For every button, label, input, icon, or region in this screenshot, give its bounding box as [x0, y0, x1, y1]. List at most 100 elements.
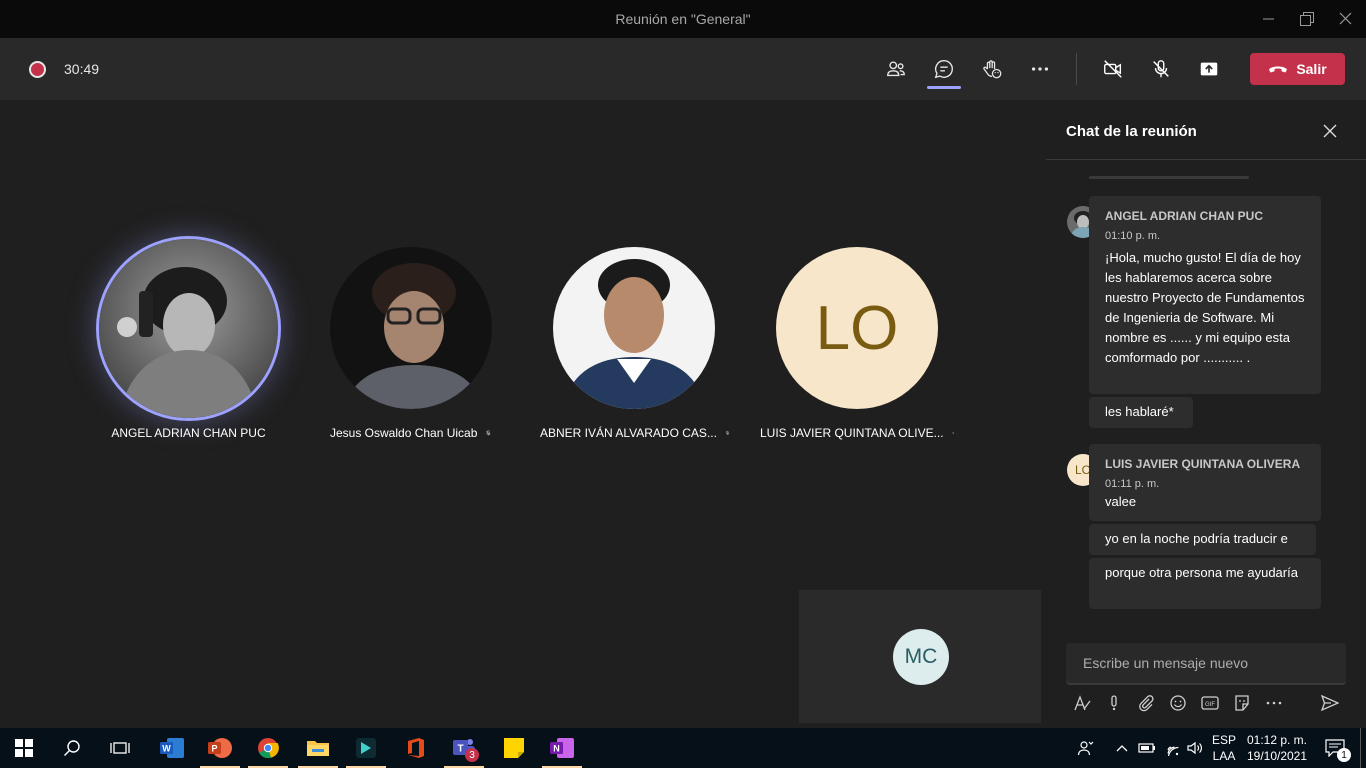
leave-button[interactable]: Salir	[1250, 53, 1345, 85]
clock-time: 01:12 p. m.	[1246, 733, 1308, 747]
svg-text:T: T	[457, 744, 463, 755]
avatar	[330, 247, 492, 409]
chat-message[interactable]: ANGEL ADRIAN CHAN PUC 01:10 p. m. ¡Hola,…	[1089, 196, 1321, 394]
avatar	[553, 247, 715, 409]
leave-label: Salir	[1296, 61, 1327, 77]
sticker-icon	[1235, 695, 1249, 711]
camera-toggle-button[interactable]	[1098, 54, 1128, 84]
office-app[interactable]	[392, 728, 440, 768]
clock-button[interactable]: 01:12 p. m. 19/10/2021	[1244, 728, 1310, 768]
search-icon	[64, 740, 80, 756]
search-button[interactable]	[48, 728, 96, 768]
paperclip-icon	[1139, 695, 1154, 712]
people-tray-button[interactable]	[1074, 728, 1098, 768]
participant-name-container: Jesus Oswaldo Chan Uicab	[330, 426, 492, 440]
restore-button[interactable]	[1292, 8, 1320, 30]
onenote-app[interactable]: N	[538, 728, 586, 768]
office-icon	[408, 738, 424, 758]
sticky-note-icon	[504, 738, 524, 758]
message-text: ¡Hola, mucho gusto! El día de hoy les ha…	[1105, 250, 1305, 365]
battery-button[interactable]	[1136, 728, 1158, 768]
share-tray-icon	[1200, 62, 1218, 76]
volume-button[interactable]	[1184, 728, 1206, 768]
chat-message[interactable]: LUIS JAVIER QUINTANA OLIVERA 01:11 p. m.…	[1089, 444, 1321, 521]
self-video-tile[interactable]: MC	[799, 590, 1041, 723]
show-desktop-button[interactable]	[1360, 728, 1361, 768]
participants-button[interactable]	[881, 54, 911, 84]
people-icon	[887, 61, 905, 77]
message-input[interactable]	[1066, 643, 1346, 683]
close-window-button[interactable]	[1332, 8, 1360, 30]
chat-scroll-indicator[interactable]	[1089, 176, 1249, 179]
onenote-icon: N	[550, 738, 574, 758]
powerpoint-app[interactable]: P	[196, 728, 244, 768]
network-button[interactable]	[1160, 728, 1184, 768]
mic-toggle-button[interactable]	[1146, 54, 1176, 84]
avatar-initials: LO	[815, 293, 899, 363]
chat-message[interactable]: les hablaré*	[1089, 397, 1193, 428]
priority-button[interactable]	[1104, 693, 1124, 713]
send-button[interactable]	[1320, 693, 1340, 713]
avatar	[96, 236, 281, 421]
action-center-button[interactable]: 1	[1318, 728, 1352, 768]
mic-off-icon	[951, 432, 954, 434]
gif-button[interactable]: GIF	[1200, 693, 1220, 713]
file-explorer-app[interactable]	[294, 728, 342, 768]
more-compose-options-button[interactable]	[1264, 693, 1284, 713]
mic-off-icon	[1153, 60, 1169, 78]
participant-name: Jesus Oswaldo Chan Uicab	[330, 426, 478, 440]
folder-icon	[307, 741, 329, 756]
participant-name: ANGEL ADRIAN CHAN PUC	[111, 426, 266, 440]
task-view-button[interactable]	[96, 728, 144, 768]
reactions-button[interactable]	[977, 54, 1007, 84]
emoji-icon	[1170, 695, 1186, 711]
chat-message[interactable]: porque otra persona me ayudaría	[1089, 558, 1321, 609]
restore-icon	[1300, 12, 1314, 26]
powerpoint-icon: P	[208, 738, 232, 758]
start-button[interactable]	[0, 728, 48, 768]
share-screen-button[interactable]	[1194, 54, 1224, 84]
participant-name: ABNER IVÁN ALVARADO CAS...	[540, 426, 717, 440]
more-actions-button[interactable]	[1025, 54, 1055, 84]
teams-notification-badge: 3	[465, 748, 479, 762]
format-button[interactable]	[1072, 693, 1092, 713]
meeting-toolbar: 30:49 Salir	[0, 38, 1366, 100]
input-language-button[interactable]: ESP LAA	[1208, 728, 1240, 768]
participant-name: LUIS JAVIER QUINTANA OLIVE...	[760, 426, 944, 440]
more-icon	[1266, 701, 1282, 705]
svg-text:W: W	[162, 744, 171, 754]
word-app[interactable]: W	[148, 728, 196, 768]
meeting-timer: 30:49	[64, 61, 100, 77]
message-text: les hablaré*	[1105, 404, 1174, 419]
profile-photo	[99, 239, 278, 418]
mic-off-icon	[486, 430, 491, 436]
chat-title: Chat de la reunión	[1066, 123, 1197, 140]
window-titlebar: Reunión en "General"	[0, 0, 1366, 38]
emoji-button[interactable]	[1168, 693, 1188, 713]
sticker-button[interactable]	[1232, 693, 1252, 713]
minimize-button[interactable]	[1254, 8, 1282, 30]
raise-hand-icon	[983, 60, 1002, 79]
close-icon[interactable]	[1322, 123, 1338, 139]
filmora-app[interactable]	[342, 728, 390, 768]
svg-text:N: N	[553, 744, 560, 754]
chat-message[interactable]: yo en la noche podría traducir e	[1089, 524, 1316, 555]
window-title: Reunión en "General"	[615, 11, 751, 27]
chrome-app[interactable]	[244, 728, 292, 768]
chat-button[interactable]	[929, 54, 959, 84]
sticky-notes-app[interactable]	[490, 728, 538, 768]
show-hidden-icons-button[interactable]	[1112, 728, 1132, 768]
windows-taskbar: W P T 3 N ESP LAA 01:12 p. m. 19/10/2021…	[0, 728, 1366, 768]
participant-name-container: ABNER IVÁN ALVARADO CAS...	[540, 426, 730, 440]
compose-box	[1066, 643, 1346, 685]
participant-name-container: ANGEL ADRIAN CHAN PUC	[96, 426, 281, 440]
toolbar-divider	[1076, 53, 1077, 85]
chat-active-indicator	[927, 86, 961, 89]
message-author: LUIS JAVIER QUINTANA OLIVERA	[1105, 457, 1301, 471]
video-editor-icon	[356, 738, 376, 758]
chat-header: Chat de la reunión	[1046, 100, 1366, 160]
format-icon	[1074, 695, 1091, 711]
attach-button[interactable]	[1136, 693, 1156, 713]
windows-logo-icon	[15, 739, 33, 757]
teams-app[interactable]: T 3	[440, 728, 488, 768]
